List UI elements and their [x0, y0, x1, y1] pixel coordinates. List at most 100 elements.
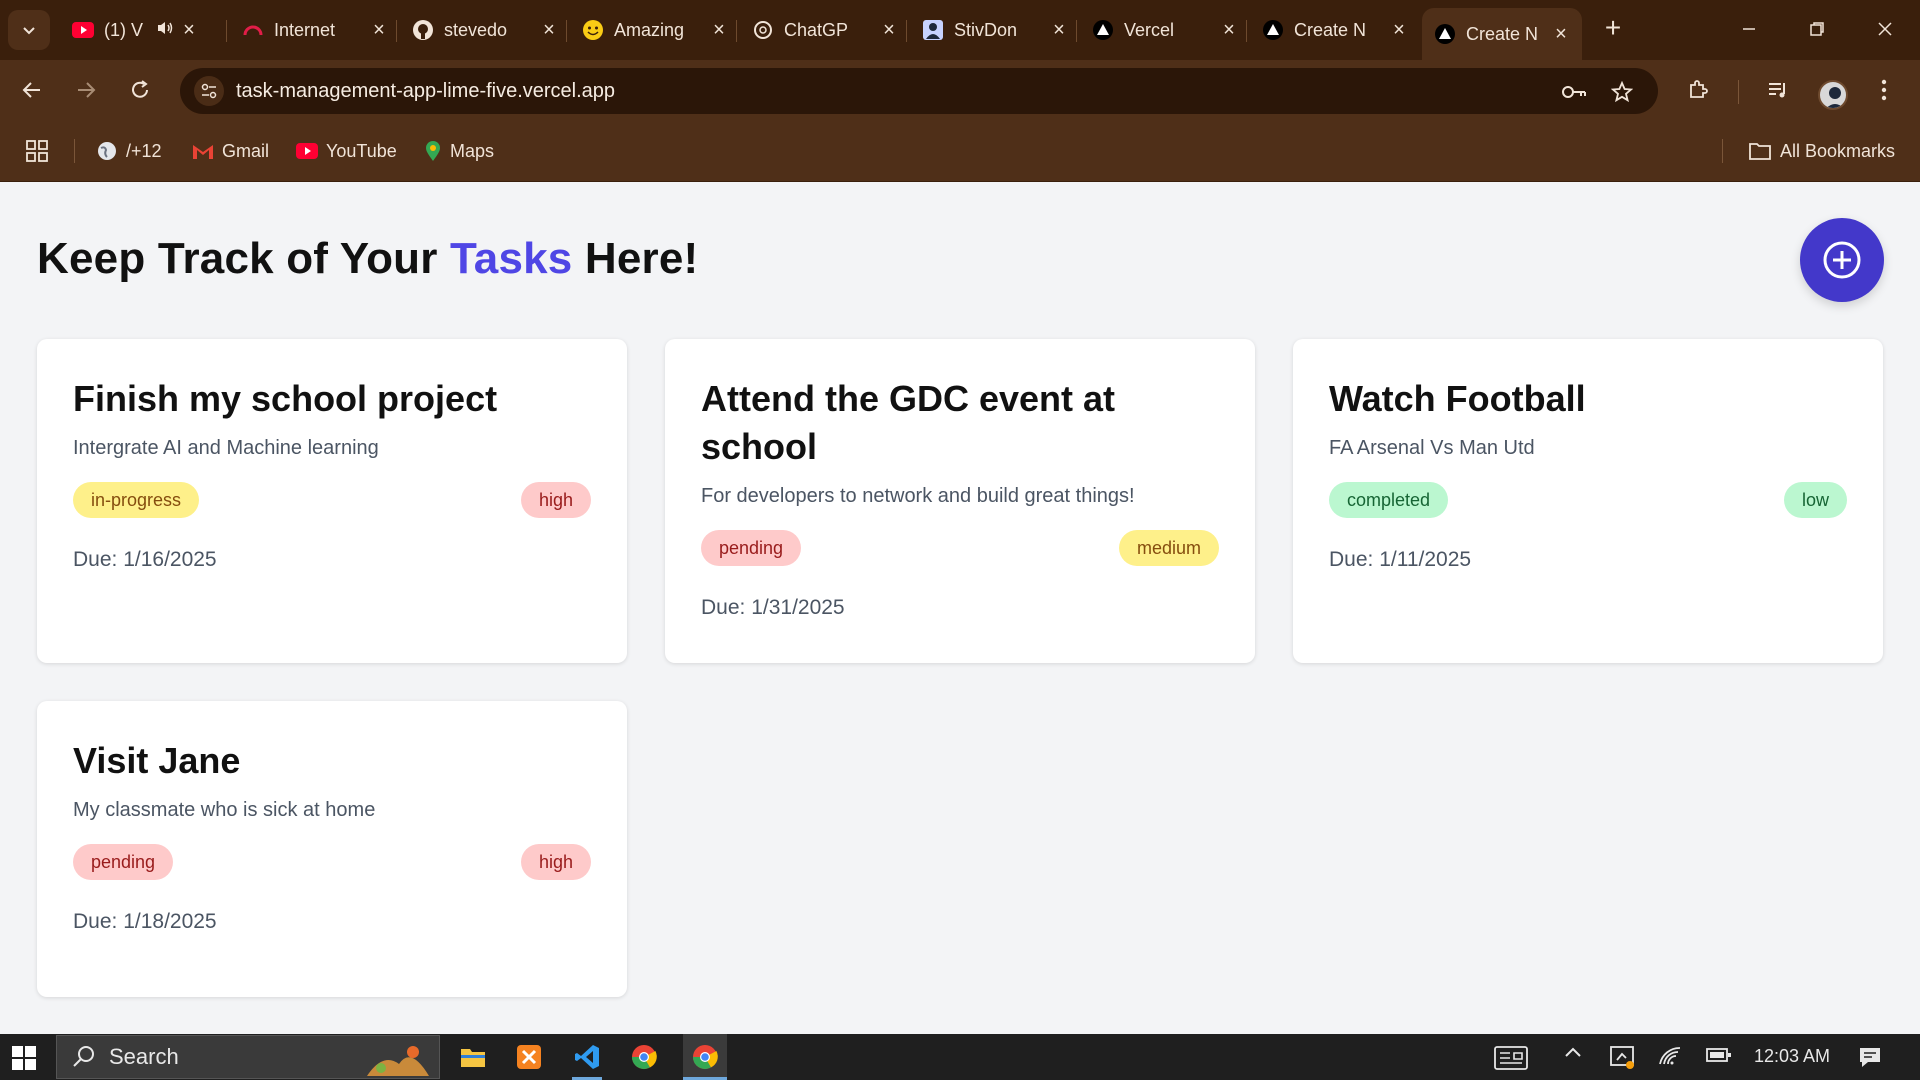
- close-tab-icon[interactable]: ×: [1552, 23, 1570, 46]
- priority-badge: high: [520, 482, 591, 518]
- menu-kebab-icon[interactable]: [1868, 74, 1900, 106]
- tab-title: Amazing: [614, 19, 685, 40]
- page-title: Keep Track of Your Tasks Here!: [37, 234, 698, 284]
- display-update-icon[interactable]: [1610, 1046, 1636, 1070]
- chrome-profile-active-icon[interactable]: [683, 1034, 727, 1080]
- tab-search-button[interactable]: [8, 10, 50, 50]
- media-controls-icon[interactable]: [1762, 74, 1794, 106]
- password-key-icon[interactable]: [1560, 78, 1588, 106]
- bookmark-divider: [1722, 139, 1723, 163]
- task-due-date: Due: 1/16/2025: [73, 548, 217, 571]
- task-tags: pending high: [73, 844, 591, 880]
- vscode-icon[interactable]: [570, 1040, 604, 1080]
- minimize-icon: [1743, 28, 1755, 30]
- forward-button[interactable]: [70, 74, 102, 106]
- wifi-icon[interactable]: [1658, 1046, 1682, 1066]
- close-tab-icon[interactable]: ×: [880, 19, 898, 42]
- tab-strip: (1) V × Internet × stevedo × Amazing × C…: [0, 0, 1920, 60]
- reload-button[interactable]: [124, 74, 156, 106]
- task-card[interactable]: Visit Jane My classmate who is sick at h…: [37, 701, 627, 997]
- tab-stivdon[interactable]: StivDon ×: [910, 8, 1080, 52]
- close-window-button[interactable]: [1870, 14, 1900, 44]
- bookmark-youtube[interactable]: YouTube: [296, 138, 397, 164]
- task-card[interactable]: Finish my school project Intergrate AI a…: [37, 339, 627, 663]
- profile-avatar[interactable]: [1818, 80, 1848, 110]
- vercel-icon: [1434, 23, 1456, 45]
- close-tab-icon[interactable]: ×: [180, 19, 198, 42]
- heading-prefix: Keep Track of Your: [37, 234, 450, 283]
- heading-accent: Tasks: [449, 234, 573, 283]
- battery-icon[interactable]: [1706, 1046, 1732, 1064]
- tab-title: ChatGP: [784, 19, 849, 40]
- omnibox[interactable]: task-management-app-lime-five.vercel.app: [180, 68, 1658, 114]
- priority-badge: low: [1783, 482, 1847, 518]
- smiley-icon: [582, 19, 604, 41]
- bookmark-more[interactable]: /+12: [96, 138, 162, 164]
- close-tab-icon[interactable]: ×: [370, 19, 388, 42]
- plus-circle-icon: [1823, 241, 1861, 279]
- task-tags: pending medium: [701, 530, 1219, 566]
- bookmark-gmail[interactable]: Gmail: [192, 138, 269, 164]
- bookmark-star-icon[interactable]: [1608, 78, 1636, 106]
- close-tab-icon[interactable]: ×: [1050, 19, 1068, 42]
- restore-button[interactable]: [1802, 14, 1832, 44]
- notifications-icon[interactable]: [1858, 1046, 1882, 1068]
- bookmark-label: Maps: [450, 140, 495, 161]
- reload-icon: [132, 80, 148, 98]
- new-tab-button[interactable]: +: [1598, 14, 1628, 44]
- close-tab-icon[interactable]: ×: [540, 19, 558, 42]
- tab-divider: [566, 20, 567, 42]
- minimize-button[interactable]: [1734, 14, 1764, 44]
- close-tab-icon[interactable]: ×: [710, 19, 728, 42]
- bookmark-maps[interactable]: Maps: [424, 138, 494, 164]
- bookmark-label: All Bookmarks: [1780, 140, 1896, 161]
- tab-internet[interactable]: Internet ×: [230, 8, 400, 52]
- windows-taskbar: Search 12:03 AM: [0, 1034, 1920, 1080]
- chevron-up-icon[interactable]: [1564, 1046, 1582, 1058]
- tab-youtube[interactable]: (1) V ×: [60, 8, 210, 52]
- tab-vercel[interactable]: Vercel ×: [1080, 8, 1250, 52]
- tab-github[interactable]: stevedo ×: [400, 8, 570, 52]
- close-tab-icon[interactable]: ×: [1390, 19, 1408, 42]
- task-due-date: Due: 1/31/2025: [701, 596, 845, 619]
- add-task-button[interactable]: [1800, 218, 1884, 302]
- bookmark-label: YouTube: [326, 140, 397, 161]
- close-tab-icon[interactable]: ×: [1220, 19, 1238, 42]
- globe-icon: [96, 140, 118, 162]
- taskbar-search[interactable]: Search: [56, 1035, 440, 1079]
- tab-create-next[interactable]: Create N ×: [1250, 8, 1420, 52]
- task-title: Watch Football: [1329, 378, 1586, 419]
- profile-icon: [922, 19, 944, 41]
- news-widget-icon[interactable]: [1494, 1046, 1528, 1070]
- xampp-icon[interactable]: [512, 1040, 546, 1074]
- status-badge: pending: [73, 844, 174, 880]
- tab-amazing[interactable]: Amazing ×: [570, 8, 740, 52]
- back-button[interactable]: [16, 74, 48, 106]
- tab-chatgpt[interactable]: ChatGP ×: [740, 8, 910, 52]
- tab-create-next-active[interactable]: Create N ×: [1422, 8, 1582, 60]
- task-description: FA Arsenal Vs Man Utd: [1329, 437, 1535, 459]
- task-description: For developers to network and build grea…: [701, 485, 1135, 507]
- vercel-icon: [1092, 19, 1114, 41]
- task-card[interactable]: Watch Football FA Arsenal Vs Man Utd com…: [1293, 339, 1883, 663]
- extensions-icon[interactable]: [1682, 74, 1714, 106]
- apps-grid-icon: [26, 140, 48, 162]
- search-highlight-icon: [367, 1046, 429, 1076]
- clock-time[interactable]: 12:03 AM: [1754, 1046, 1830, 1067]
- task-title: Finish my school project: [73, 378, 498, 419]
- speed-icon: [242, 19, 264, 41]
- tab-title: stevedo: [444, 19, 508, 40]
- bookmarks-bar: /+12 Gmail YouTube Maps All Bookmarks: [0, 120, 1920, 182]
- tab-title: Create N: [1466, 23, 1539, 44]
- chrome-icon[interactable]: [627, 1040, 661, 1074]
- task-tags: completed low: [1329, 482, 1847, 518]
- gmail-icon: [192, 142, 214, 160]
- url-text[interactable]: task-management-app-lime-five.vercel.app: [236, 80, 615, 103]
- speaker-icon[interactable]: [156, 20, 174, 41]
- file-explorer-icon[interactable]: [456, 1040, 490, 1074]
- apps-grid-button[interactable]: [26, 138, 48, 164]
- task-card[interactable]: Attend the GDC event at school For devel…: [665, 339, 1255, 663]
- start-button[interactable]: [12, 1046, 36, 1070]
- site-settings-icon[interactable]: [194, 76, 224, 106]
- all-bookmarks-button[interactable]: All Bookmarks: [1748, 138, 1895, 164]
